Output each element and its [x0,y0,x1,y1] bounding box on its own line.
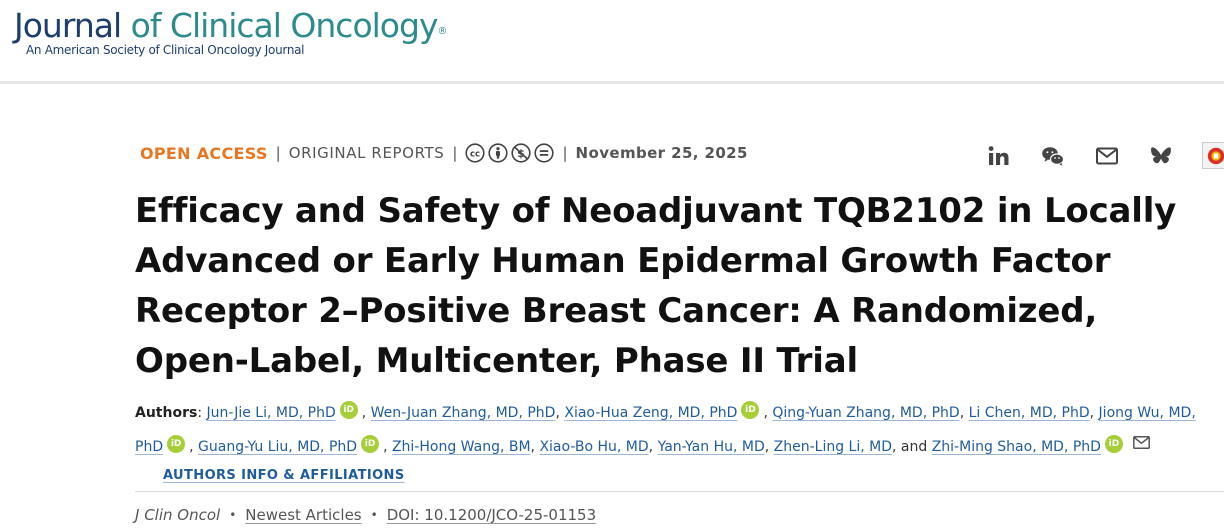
orcid-icon[interactable]: iD [339,401,358,419]
article-meta-bar: OPEN ACCESS | ORIGINAL REPORTS | cc $ | … [140,141,748,165]
journal-abbreviation: J Clin Oncol [135,506,221,524]
orcid-icon[interactable]: iD [1104,435,1123,453]
wechat-share-button[interactable] [1040,143,1066,169]
logo-title: Journal of Clinical Oncology® [14,6,447,46]
linkedin-icon [988,145,1009,165]
orcid-icon[interactable]: iD [741,401,760,419]
journal-logo[interactable]: Journal of Clinical Oncology® An America… [14,6,447,57]
app-share-button[interactable] [1202,142,1224,169]
author-link[interactable]: Guang-Yu Liu, MD, PhD [198,439,357,455]
logo-journal-word: Journal [14,6,122,45]
author-link[interactable]: Zhi-Ming Shao, MD, PhD [932,439,1101,455]
author-link[interactable]: Xiao-Hua Zeng, MD, PhD [564,405,737,421]
authors-block: Authors: Jun-Jie Li, MD, PhD iD, Wen-Juan… [135,396,1215,464]
article-type: ORIGINAL REPORTS [288,144,445,162]
meta-separator: | [275,144,281,162]
cc-icon: cc [465,143,486,163]
author-link[interactable]: Zhi-Hong Wang, BM [392,439,531,455]
open-access-badge: OPEN ACCESS [140,143,268,163]
orcid-icon[interactable]: iD [167,435,186,453]
author-list: Jun-Jie Li, MD, PhD iD, Wen-Juan Zhang, M… [135,401,1196,455]
meta-separator: | [452,144,458,162]
logo-registered-mark: ® [437,26,447,37]
email-icon [1096,147,1118,164]
bluesky-share-button[interactable] [1148,143,1174,169]
doi-link[interactable]: DOI: 10.1200/JCO-25-01153 [387,506,596,524]
publication-date: November 25, 2025 [575,144,748,162]
citation-bullet: • [229,508,237,522]
author-link[interactable]: Wen-Juan Zhang, MD, PhD [371,405,556,421]
citation-bar: J Clin Oncol • Newest Articles • DOI: 10… [135,506,596,524]
meta-separator: | [562,144,568,162]
share-toolbar [986,142,1224,169]
wechat-icon [1042,146,1065,166]
app-icon [1207,147,1224,164]
email-share-button[interactable] [1094,143,1120,169]
author-conjunction: and [900,439,928,455]
authors-info-affiliations-link[interactable]: AUTHORS INFO & AFFILIATIONS [163,468,405,483]
linkedin-share-button[interactable] [986,143,1012,169]
author-link[interactable]: Yan-Yan Hu, MD [658,439,765,455]
author-link[interactable]: Li Chen, MD, PhD [969,405,1090,421]
author-link[interactable]: Zhen-Ling Li, MD [774,439,892,455]
authors-label: Authors [135,405,198,421]
divider [135,491,1224,492]
logo-journal-name: of Clinical Oncology [121,6,439,45]
author-link[interactable]: Qing-Yuan Zhang, MD, PhD [772,405,959,421]
author-link[interactable]: Xiao-Bo Hu, MD [539,439,648,455]
license-icons[interactable]: cc $ [465,143,555,163]
author-link[interactable]: Jun-Jie Li, MD, PhD [207,405,336,421]
article-title: Efficacy and Safety of Neoadjuvant TQB21… [135,191,1177,381]
orcid-icon[interactable]: iD [361,435,380,453]
nc-icon: $ [511,143,532,163]
bluesky-icon [1151,146,1171,163]
authors-label-colon: : [197,405,207,421]
site-header: Journal of Clinical Oncology® An America… [0,0,1224,84]
svg-text:cc: cc [470,149,480,159]
citation-bullet: • [370,508,378,522]
newest-articles-link[interactable]: Newest Articles [245,506,361,524]
corresponding-author-mail-icon[interactable] [1133,436,1150,449]
by-icon [488,143,509,163]
nd-icon [534,143,555,163]
